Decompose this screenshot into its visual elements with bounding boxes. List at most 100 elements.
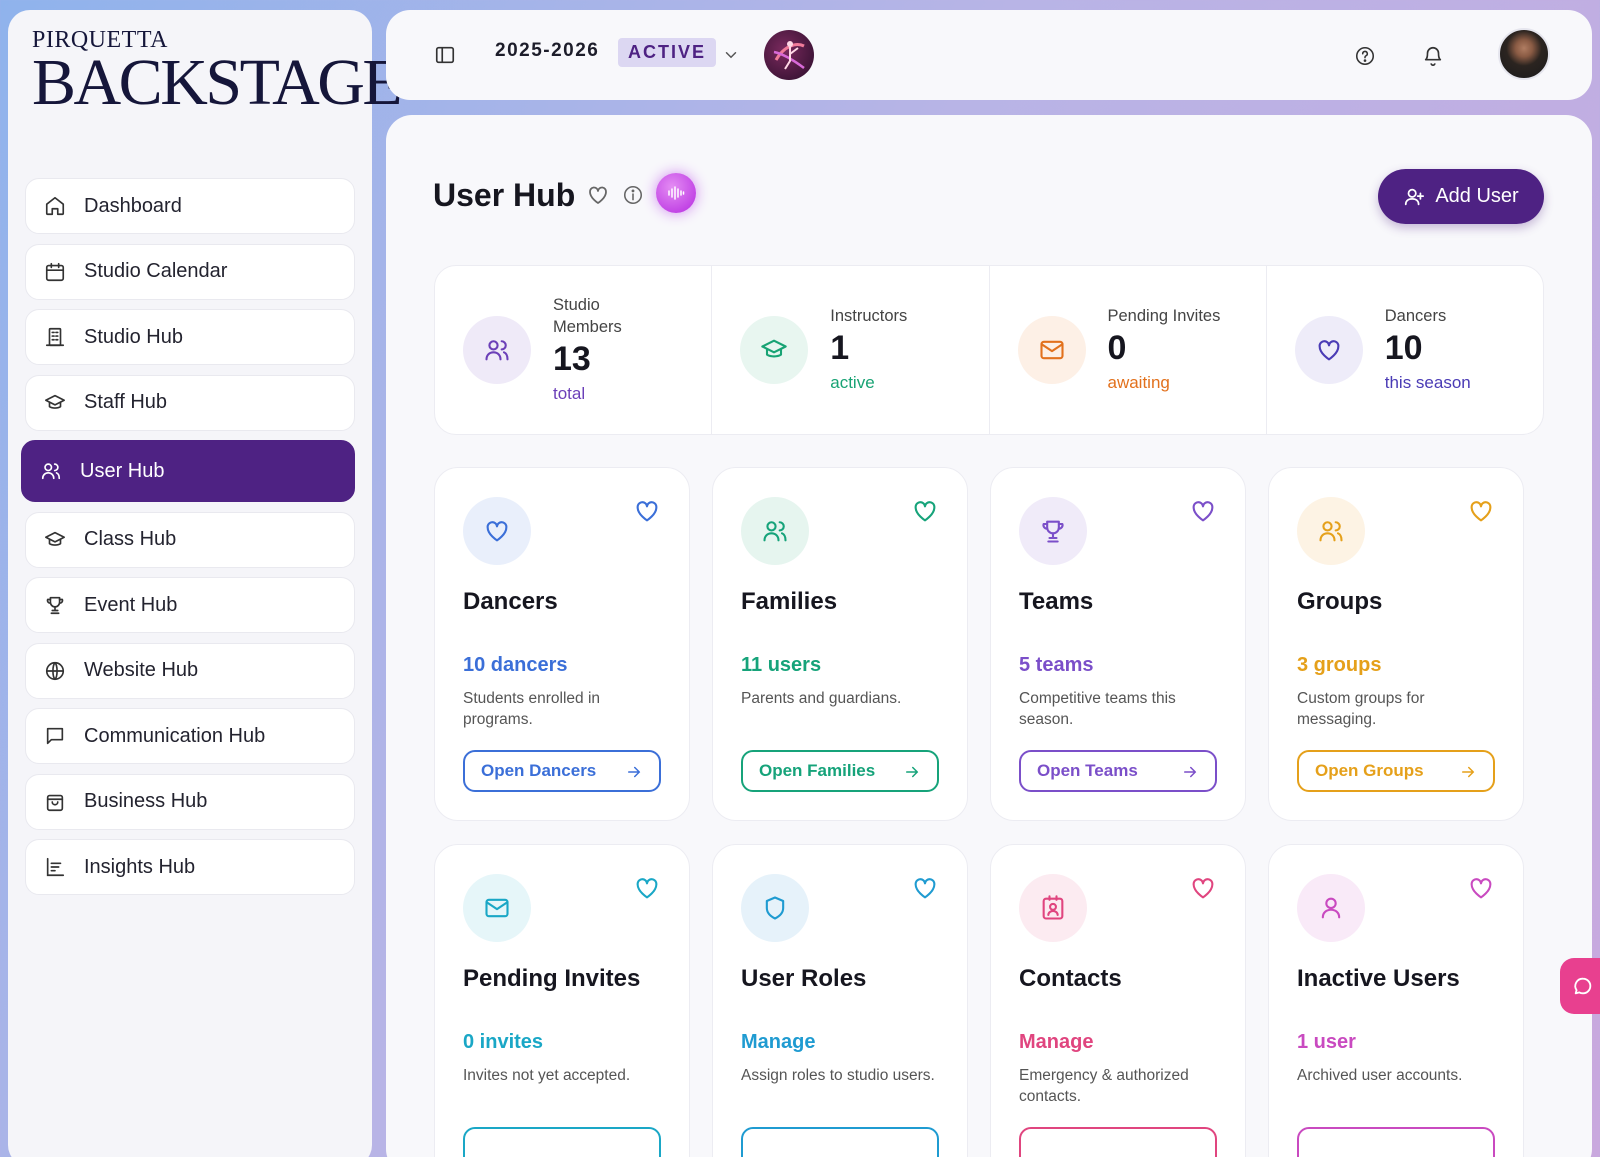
card-count: Manage <box>1019 1031 1094 1053</box>
studio-logo[interactable] <box>764 30 814 80</box>
bell-icon[interactable] <box>1422 45 1444 67</box>
sidebar-item-staff-hub[interactable]: Staff Hub <box>25 374 355 431</box>
sidebar-item-class-hub[interactable]: Class Hub <box>25 511 355 568</box>
sidebar-item-label: Insights Hub <box>84 855 196 878</box>
stat-label: Studio Members <box>553 296 622 336</box>
voice-assistant-button[interactable] <box>656 173 696 213</box>
main-content: User Hub Add User Studio Members 13 tota… <box>386 115 1592 1157</box>
add-user-label: Add User <box>1435 185 1519 207</box>
open-families-button[interactable]: Open Families <box>741 750 939 792</box>
heart-icon <box>1318 340 1340 361</box>
stat-sub: this season <box>1384 373 1471 392</box>
favorite-heart-icon[interactable] <box>1189 497 1217 525</box>
info-icon[interactable] <box>622 184 644 206</box>
arrow-right-icon <box>628 766 641 778</box>
card-description: Assign roles to studio users. <box>741 1067 935 1084</box>
building-icon <box>45 327 65 347</box>
sidebar-item-label: Event Hub <box>84 593 178 616</box>
card-contacts[interactable]: Contacts Manage Emergency & authorized c… <box>990 844 1246 1157</box>
favorite-heart-icon[interactable] <box>633 874 661 902</box>
favorite-heart-icon[interactable] <box>1467 874 1495 902</box>
brand-logo[interactable]: PIRQUETTA BACKSTAGE <box>32 28 403 116</box>
open-teams-button[interactable]: Open Teams <box>1019 750 1217 792</box>
season-label[interactable]: 2025-2026 <box>495 40 599 62</box>
sidebar-item-label: Business Hub <box>84 790 208 812</box>
users-icon <box>763 521 787 542</box>
stat-value: 10 <box>1384 329 1423 367</box>
sidebar-item-studio-hub[interactable]: Studio Hub <box>25 309 355 365</box>
button-label: Open Teams <box>1037 761 1138 780</box>
sidebar-item-event-hub[interactable]: Event Hub <box>25 577 355 633</box>
sidebar-item-label: Studio Hub <box>84 325 183 348</box>
trophy-icon <box>46 596 64 615</box>
stat-sub: total <box>553 384 586 403</box>
button-label: Open Dancers <box>481 761 597 780</box>
stat-dancers: Dancers 10 this season <box>1267 266 1543 434</box>
stat-studio-members: Studio Members 13 total <box>435 266 713 434</box>
sidebar-item-communication-hub[interactable]: Communication Hub <box>25 708 355 764</box>
favorite-heart-icon[interactable] <box>586 183 610 207</box>
card-title: Dancers <box>463 588 558 615</box>
favorite-heart-icon[interactable] <box>1189 874 1217 902</box>
favorite-heart-icon[interactable] <box>911 497 939 525</box>
open-groups-button[interactable]: Open Groups <box>1297 750 1495 792</box>
mail-icon <box>1039 340 1064 360</box>
card-description: Students enrolled in programs. <box>463 690 601 728</box>
chat-button[interactable] <box>1560 958 1600 1014</box>
card-title: Teams <box>1019 588 1094 615</box>
heart-icon <box>486 521 508 542</box>
card-families[interactable]: Families 11 users Parents and guardians.… <box>712 467 968 821</box>
card-groups[interactable]: Groups 3 groups Custom groups for messag… <box>1268 467 1524 821</box>
open-user-roles-button[interactable] <box>741 1127 939 1157</box>
help-icon[interactable] <box>1354 45 1376 67</box>
card-teams[interactable]: Teams 5 teams Competitive teams this sea… <box>990 467 1246 821</box>
users-icon <box>41 463 61 480</box>
card-description: Competitive teams this season. <box>1019 690 1176 728</box>
open-dancers-button[interactable]: Open Dancers <box>463 750 661 792</box>
sidebar-item-dashboard[interactable]: Dashboard <box>25 178 355 234</box>
open-pending-invites-button[interactable] <box>463 1127 661 1157</box>
top-bar: 2025-2026 ACTIVE <box>386 10 1592 100</box>
sidebar-item-user-hub[interactable]: User Hub <box>21 440 355 502</box>
card-pending-invites[interactable]: Pending Invites 0 invites Invites not ye… <box>434 844 690 1157</box>
sidebar-toggle-icon[interactable] <box>434 44 456 66</box>
arrow-right-icon <box>1462 766 1475 778</box>
favorite-heart-icon[interactable] <box>911 874 939 902</box>
chevron-down-icon[interactable] <box>722 46 740 64</box>
favorite-heart-icon[interactable] <box>633 497 661 525</box>
user-icon <box>1321 897 1341 919</box>
open-inactive-users-button[interactable] <box>1297 1127 1495 1157</box>
sidebar-item-label: Dashboard <box>84 194 182 217</box>
card-description: Custom groups for messaging. <box>1297 690 1425 728</box>
chat-bubble-icon <box>1574 977 1592 995</box>
favorite-heart-icon[interactable] <box>1467 497 1495 525</box>
card-icon-bg <box>1019 874 1087 942</box>
sidebar-item-studio-calendar[interactable]: Studio Calendar <box>25 243 355 300</box>
graduation-cap-icon <box>761 339 787 358</box>
card-icon-bg <box>463 874 531 942</box>
sidebar-item-business-hub[interactable]: Business Hub <box>25 773 355 830</box>
card-description: Invites not yet accepted. <box>463 1067 631 1084</box>
stat-value: 13 <box>553 340 591 378</box>
card-dancers[interactable]: Dancers 10 dancers Students enrolled in … <box>434 467 690 821</box>
card-count: 1 user <box>1297 1031 1356 1053</box>
card-count: 11 users <box>741 654 822 676</box>
graduation-cap-icon <box>45 531 65 546</box>
add-user-button[interactable]: Add User <box>1378 169 1544 224</box>
stat-icon-bg <box>740 316 809 384</box>
arrow-right-icon <box>906 766 919 778</box>
sidebar: PIRQUETTA BACKSTAGE Dashboard Studio Cal… <box>8 10 403 1157</box>
card-count: 10 dancers <box>463 654 568 676</box>
stat-icon-bg <box>1017 316 1086 384</box>
sidebar-item-insights-hub[interactable]: Insights Hub <box>25 839 355 895</box>
card-inactive-users[interactable]: Inactive Users 1 user Archived user acco… <box>1268 844 1524 1157</box>
card-icon-bg <box>741 874 809 942</box>
card-user-roles[interactable]: User Roles Manage Assign roles to studio… <box>712 844 968 1157</box>
stat-label: Pending Invites <box>1107 307 1221 325</box>
card-title: Families <box>741 588 838 615</box>
open-contacts-button[interactable] <box>1019 1127 1217 1157</box>
card-count: 3 groups <box>1297 654 1382 676</box>
stats-bar: Studio Members 13 total Instructors 1 ac… <box>434 265 1544 435</box>
user-avatar[interactable] <box>1498 28 1550 80</box>
sidebar-item-website-hub[interactable]: Website Hub <box>25 642 355 699</box>
